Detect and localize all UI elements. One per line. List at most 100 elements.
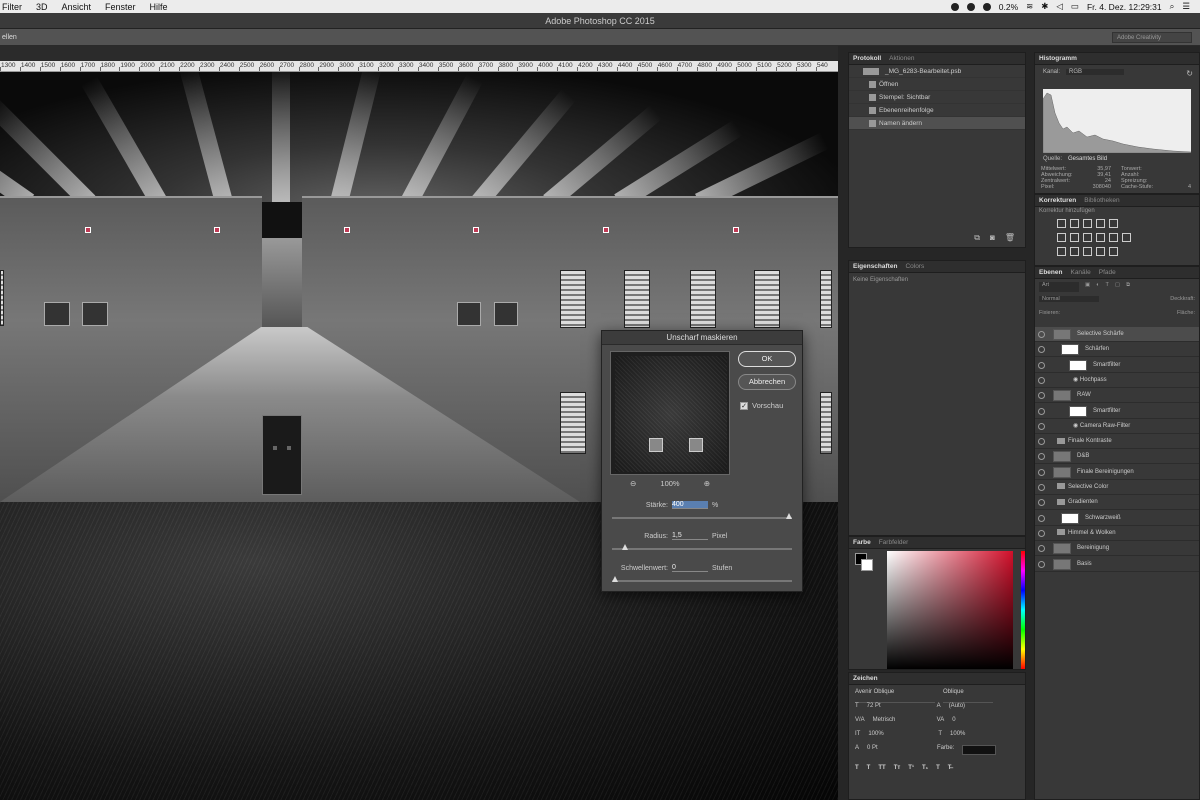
color-picker-field[interactable] [887,551,1013,669]
tab-ebenen[interactable]: Ebenen [1039,267,1062,278]
radius-input[interactable]: 1,5 [672,532,708,540]
history-item[interactable]: Öffnen [849,78,1025,91]
visibility-eye-icon[interactable] [1038,484,1045,491]
font-style-select[interactable]: Oblique [943,689,993,703]
source-select[interactable]: Gesamtes Bild [1068,156,1107,162]
layer-row[interactable]: Selective Schärfe [1035,327,1199,342]
record-icon[interactable] [950,2,959,11]
tab-farbe[interactable]: Farbe [853,537,871,548]
layer-row[interactable]: Schärfen [1035,342,1199,358]
filter-pixel-icon[interactable]: ▣ [1085,282,1090,292]
tab-zeichen[interactable]: Zeichen [853,673,878,684]
history-item[interactable]: Ebenenreihenfolge [849,104,1025,117]
camera-icon[interactable]: ◙ [990,233,995,243]
radius-slider[interactable] [612,544,792,550]
visibility-eye-icon[interactable] [1038,392,1045,400]
selective-color-icon[interactable] [1109,247,1118,256]
blend-mode-select[interactable]: Normal [1039,296,1099,302]
hue-slider[interactable] [1021,551,1025,669]
sync-icon[interactable] [966,2,975,11]
vibrance-icon[interactable] [1109,219,1118,228]
filter-adjust-icon[interactable]: ◐ [1096,282,1099,292]
history-item[interactable]: Stempel: Sichtbar [849,91,1025,104]
trash-icon[interactable]: 🗑 [1005,233,1015,243]
invert-icon[interactable] [1057,247,1066,256]
threshold-slider-thumb[interactable] [612,576,618,582]
hscale-input[interactable]: 100% [950,731,1000,745]
wifi-icon[interactable]: ≋ [1026,1,1033,12]
info-icon[interactable] [982,2,991,11]
font-size-input[interactable]: 72 Pt [867,703,929,717]
menu-item-hilfe[interactable]: Hilfe [150,2,168,12]
layer-row[interactable]: Finale Kontraste [1035,434,1199,450]
filter-shape-icon[interactable]: ▢ [1115,282,1120,292]
history-item[interactable]: Namen ändern [849,117,1025,130]
visibility-eye-icon[interactable] [1038,407,1045,415]
visibility-eye-icon[interactable] [1038,438,1045,446]
color-balance-icon[interactable] [1070,233,1079,242]
channel-select[interactable]: RGB [1066,69,1125,75]
threshold-input[interactable]: 0 [672,564,708,572]
visibility-eye-icon[interactable] [1038,560,1045,568]
ok-button[interactable]: OK [738,351,796,367]
threshold-icon[interactable] [1083,247,1092,256]
layer-row[interactable]: RAW [1035,388,1199,404]
flag-icon[interactable]: ▭ [1071,1,1079,12]
new-document-icon[interactable]: ⧉ [974,233,980,243]
background-color-swatch[interactable] [861,559,873,571]
tab-colors[interactable]: Colors [905,261,924,272]
type-style-button[interactable]: T¹ [908,765,914,779]
filter-effect-icon[interactable]: ◉ [1073,423,1080,429]
layer-row[interactable]: Schwarzweiß [1035,511,1199,526]
radius-slider-thumb[interactable] [622,544,629,550]
tab-pfade[interactable]: Pfade [1099,267,1116,278]
type-style-button[interactable]: T₁ [922,765,928,779]
workspace-search[interactable]: Adobe Creativity [1112,32,1192,43]
zoom-in-icon[interactable]: ⊕ [704,479,710,488]
threshold-slider[interactable] [612,576,792,582]
color-lookup-icon[interactable] [1122,233,1131,242]
menu-item-ansicht[interactable]: Ansicht [62,2,92,12]
volume-icon[interactable]: ◁ [1056,1,1063,12]
channel-mixer-icon[interactable] [1109,233,1118,242]
bluetooth-icon[interactable]: ✱ [1041,1,1048,12]
dialog-title[interactable]: Unscharf maskieren [602,331,802,345]
menu-item-filter[interactable]: Filter [2,2,22,12]
baseline-input[interactable]: 0 Pt [867,745,929,759]
menu-item-fenster[interactable]: Fenster [105,2,136,12]
tab-eigenschaften[interactable]: Eigenschaften [853,261,897,272]
filter-preview[interactable] [610,351,730,475]
posterize-icon[interactable] [1070,247,1079,256]
visibility-eye-icon[interactable] [1038,499,1045,507]
menu-item-3d[interactable]: 3D [36,2,48,12]
visibility-eye-icon[interactable] [1038,361,1045,369]
cancel-button[interactable]: Abbrechen [738,374,796,390]
photo-filter-icon[interactable] [1096,233,1105,242]
brightness-icon[interactable] [1057,219,1066,228]
text-color-swatch[interactable] [962,745,997,755]
font-family-select[interactable]: Avenir Oblique [855,689,935,703]
filter-type-icon[interactable]: T [1106,282,1109,292]
visibility-eye-icon[interactable] [1038,346,1045,354]
tab-protokoll[interactable]: Protokoll [853,53,881,64]
layer-row[interactable]: Basis [1035,557,1199,572]
preview-checkbox[interactable]: ✓ Vorschau [740,401,783,410]
type-style-button[interactable]: T [867,765,871,779]
type-style-button[interactable]: TT [878,765,885,779]
options-left-label[interactable]: ellen [2,29,17,46]
type-style-button[interactable]: T [855,765,859,779]
layer-row[interactable]: Smartfilter [1035,358,1199,373]
tab-kanaele[interactable]: Kanäle [1070,267,1090,278]
type-style-button[interactable]: T [936,765,940,779]
levels-icon[interactable] [1070,219,1079,228]
layer-filter-select[interactable]: Art [1039,282,1079,292]
leading-input[interactable]: (Auto) [949,703,999,717]
kerning-input[interactable]: Metrisch [873,717,929,731]
refresh-icon[interactable]: ↻ [1186,69,1193,78]
notifications-icon[interactable]: ☰ [1182,1,1190,12]
layer-row[interactable]: ◉ Hochpass [1035,373,1199,388]
zoom-out-icon[interactable]: ⊖ [630,479,636,488]
layer-row[interactable]: Bereinigung [1035,541,1199,557]
layer-row[interactable]: Smartfilter [1035,404,1199,419]
layer-row[interactable]: Finale Bereinigungen [1035,465,1199,480]
